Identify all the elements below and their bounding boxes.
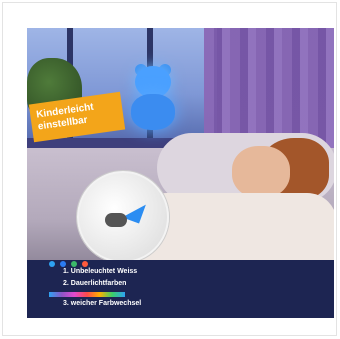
bear-lamp: [127, 64, 179, 132]
color-dot: [82, 261, 88, 267]
color-dot: [49, 261, 55, 267]
color-dot: [60, 261, 66, 267]
feature-item: 3. weicher Farbwechsel: [63, 300, 142, 307]
child-face: [232, 146, 290, 198]
feature-item: 1. Unbeleuchtet Weiss: [63, 268, 138, 275]
color-dots: [49, 261, 88, 267]
feature-panel: 1. Unbeleuchtet Weiss 2. Dauerlichtfarbe…: [27, 260, 334, 318]
color-dot: [71, 261, 77, 267]
lamp-button: [105, 213, 127, 227]
bear-body: [131, 94, 175, 130]
color-spectrum-bar: [49, 292, 125, 297]
image-frame: Kinderleicht einstellbar 1. Unbeleuchtet…: [2, 2, 337, 336]
product-photo: Kinderleicht einstellbar 1. Unbeleuchtet…: [27, 28, 334, 318]
detail-callout-circle: [77, 171, 169, 263]
feature-item: 2. Dauerlichtfarben: [63, 280, 127, 287]
